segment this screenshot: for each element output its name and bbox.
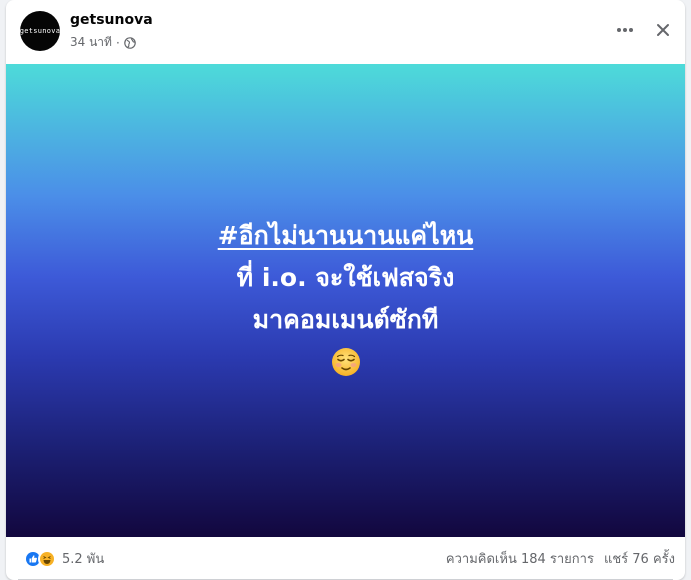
relieved-face-emoji-icon xyxy=(331,347,361,377)
more-options-icon[interactable] xyxy=(613,18,637,42)
shares-count-link[interactable]: แชร์ 76 ครั้ง xyxy=(604,548,675,569)
meta-separator: · xyxy=(115,35,120,50)
post-text-line-2: มาคอมเมนต์ซักที xyxy=(252,304,439,334)
post-media[interactable]: #อีกไม่นานนานแค่ไหน ที่ i.o. จะใช้เฟสจริ… xyxy=(6,64,685,537)
post-stats: ความคิดเห็น 184 รายการ แชร์ 76 ครั้ง xyxy=(446,548,675,569)
avatar-text: getsunova xyxy=(19,27,61,35)
post-meta: 34 นาที · xyxy=(70,33,136,52)
avatar[interactable]: getsunova xyxy=(20,11,60,51)
post-card: getsunova getsunova 34 นาที · #อีกไม่นาน… xyxy=(6,0,685,580)
reaction-icons xyxy=(24,549,56,568)
close-icon[interactable] xyxy=(651,18,675,42)
haha-reaction-icon xyxy=(38,549,56,568)
hashtag-link[interactable]: #อีกไม่นานนานแค่ไหน xyxy=(218,215,474,257)
post-header: getsunova getsunova 34 นาที · xyxy=(6,0,685,64)
globe-icon[interactable] xyxy=(123,36,136,49)
post-footer: 5.2 พัน ความคิดเห็น 184 รายการ แชร์ 76 ค… xyxy=(6,537,685,580)
post-text-line-1: ที่ i.o. จะใช้เฟสจริง xyxy=(236,262,455,292)
reactions-summary[interactable]: 5.2 พัน xyxy=(24,548,104,569)
reaction-count: 5.2 พัน xyxy=(62,552,105,567)
comments-count-link[interactable]: ความคิดเห็น 184 รายการ xyxy=(446,548,594,569)
post-time[interactable]: 34 นาที xyxy=(70,33,112,52)
header-actions xyxy=(613,18,675,42)
author-name[interactable]: getsunova xyxy=(70,12,153,28)
